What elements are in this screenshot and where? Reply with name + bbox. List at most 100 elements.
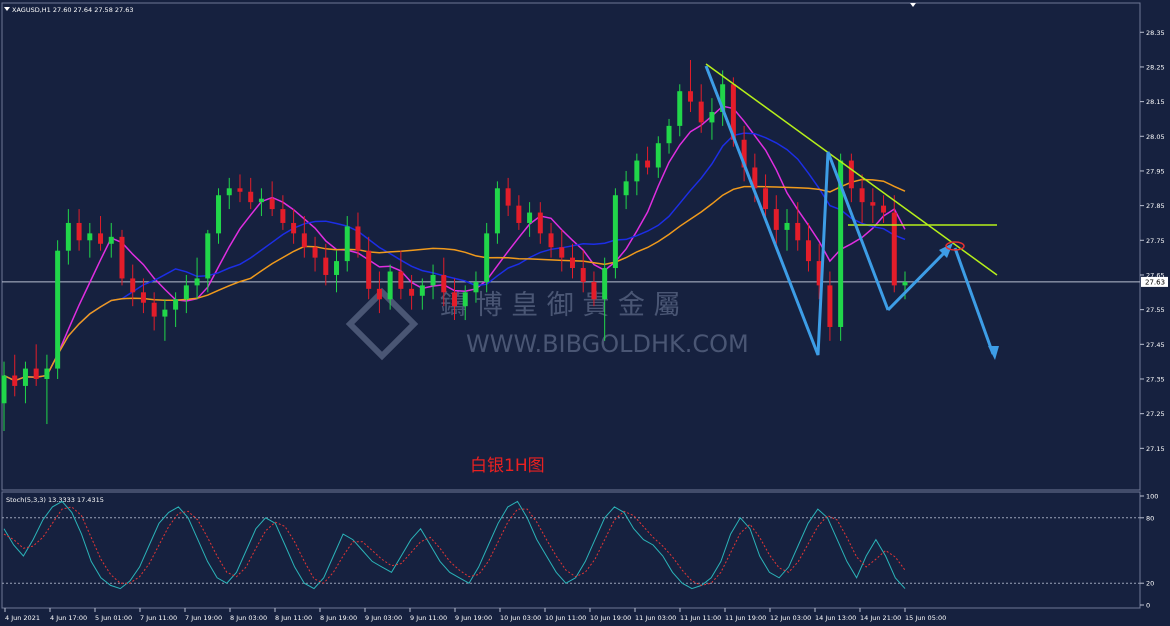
candle-body — [119, 236, 125, 279]
candle-body — [216, 195, 222, 234]
candle-body — [376, 288, 382, 300]
stoch-axis: 100 80 20 0 — [1140, 493, 1158, 610]
candle-body — [87, 233, 93, 241]
current-price-label: 27.63 — [1145, 278, 1165, 286]
time-tick-label: 10 Jun 11:00 — [545, 614, 586, 622]
candle-body — [484, 233, 490, 282]
price-tick-label: 27.85 — [1146, 202, 1165, 210]
stoch-tick-label: 80 — [1146, 514, 1154, 522]
candle-body — [387, 271, 393, 300]
candle-body — [33, 368, 39, 379]
stoch-tick-label: 0 — [1146, 602, 1150, 610]
candle-body — [687, 91, 693, 102]
candle-body — [151, 302, 157, 317]
candle-body — [205, 233, 211, 279]
price-tick-label: 27.35 — [1146, 375, 1165, 383]
time-tick-label: 15 Jun 05:00 — [905, 614, 946, 622]
time-tick-label: 9 Jun 03:00 — [365, 614, 402, 622]
candle-body — [591, 281, 597, 300]
price-tick-label: 28.05 — [1146, 133, 1165, 141]
candle-body — [44, 368, 50, 379]
time-tick-label: 14 Jun 21:00 — [860, 614, 901, 622]
candle-body — [173, 299, 179, 310]
candle-body — [612, 195, 618, 269]
candle-body — [580, 268, 586, 282]
candle-body — [441, 274, 447, 293]
candle-body — [108, 236, 114, 244]
time-axis: 4 Jun 2021 4 Jun 17:00 5 Jun 01:00 7 Jun 11… — [4, 608, 946, 622]
time-tick-label: 11 Jun 19:00 — [725, 614, 766, 622]
candle-body — [65, 222, 71, 251]
candle-body — [237, 188, 243, 192]
candle-body — [323, 257, 329, 275]
candle-body — [666, 125, 672, 144]
candle-body — [430, 274, 436, 286]
time-tick-label: 8 Jun 19:00 — [320, 614, 357, 622]
candle-body — [1, 375, 7, 404]
candle-body — [226, 188, 232, 196]
candle-body — [162, 309, 168, 317]
candle-body — [516, 205, 522, 223]
candle-body — [301, 233, 307, 248]
time-tick-label: 4 Jun 2021 — [5, 614, 40, 622]
candle-body — [891, 212, 897, 286]
time-tick-label: 14 Jun 13:00 — [815, 614, 856, 622]
price-tick-label: 27.45 — [1146, 341, 1165, 349]
candle-body — [76, 222, 82, 241]
candle-body — [280, 209, 286, 223]
candle-body — [537, 212, 543, 234]
candle-body — [763, 188, 769, 210]
time-tick-label: 7 Jun 19:00 — [185, 614, 222, 622]
candle-body — [462, 292, 468, 307]
candle-body — [12, 375, 18, 386]
candle-body — [55, 250, 61, 369]
time-tick-label: 12 Jun 03:00 — [770, 614, 811, 622]
candle-body — [452, 292, 457, 307]
time-tick-label: 4 Jun 17:00 — [50, 614, 87, 622]
candle-body — [473, 281, 479, 293]
watermark-url: WWW.BIBGOLDHK.COM — [466, 330, 749, 358]
candle-body — [677, 91, 683, 126]
candle-body — [870, 202, 876, 206]
price-axis: 28.3528.2528.1528.0527.9527.8527.7527.65… — [1140, 29, 1165, 453]
time-tick-label: 10 Jun 03:00 — [500, 614, 541, 622]
time-tick-label: 8 Jun 03:00 — [230, 614, 267, 622]
chart-canvas: 鑄 博 皇 御 貴 金 屬 WWW.BIBGOLDHK.COM 28.3528.… — [1, 2, 1168, 622]
candle-body — [248, 191, 254, 203]
price-tick-label: 27.25 — [1146, 410, 1165, 418]
price-tick-label: 27.95 — [1146, 167, 1165, 175]
candle-body — [805, 240, 811, 262]
candle-body — [505, 188, 511, 206]
candle-body — [366, 250, 372, 289]
candle-body — [602, 268, 608, 300]
candle-body — [709, 112, 715, 123]
candle-body — [355, 226, 361, 251]
candle-body — [698, 101, 704, 123]
stoch-tick-label: 100 — [1146, 493, 1158, 501]
candle-body — [398, 271, 404, 289]
candle-body — [312, 247, 318, 258]
candle-body — [140, 292, 146, 303]
candle-body — [881, 205, 887, 213]
price-tick-label: 27.75 — [1146, 237, 1165, 245]
stoch-panel — [1, 491, 1141, 609]
candle-body — [291, 222, 297, 234]
candle-body — [409, 288, 415, 296]
candle-body — [859, 188, 865, 203]
candle-body — [795, 222, 801, 241]
candle-body — [827, 285, 833, 327]
candle-body — [634, 160, 640, 182]
time-tick-label: 11 Jun 11:00 — [680, 614, 721, 622]
price-tick-label: 28.35 — [1146, 29, 1165, 37]
chart-header: XAGUSD,H1 27.60 27.64 27.58 27.63 — [12, 6, 134, 14]
annotation-label: 白银1H图 — [470, 456, 545, 476]
time-tick-label: 10 Jun 19:00 — [590, 614, 631, 622]
candle-body — [494, 188, 500, 234]
candle-body — [22, 368, 28, 386]
time-tick-label: 5 Jun 01:00 — [95, 614, 132, 622]
time-tick-label: 8 Jun 11:00 — [275, 614, 312, 622]
candle-body — [527, 212, 533, 223]
candle-body — [194, 278, 200, 286]
time-tick-label: 9 Jun 19:00 — [455, 614, 492, 622]
candle-body — [784, 222, 790, 230]
